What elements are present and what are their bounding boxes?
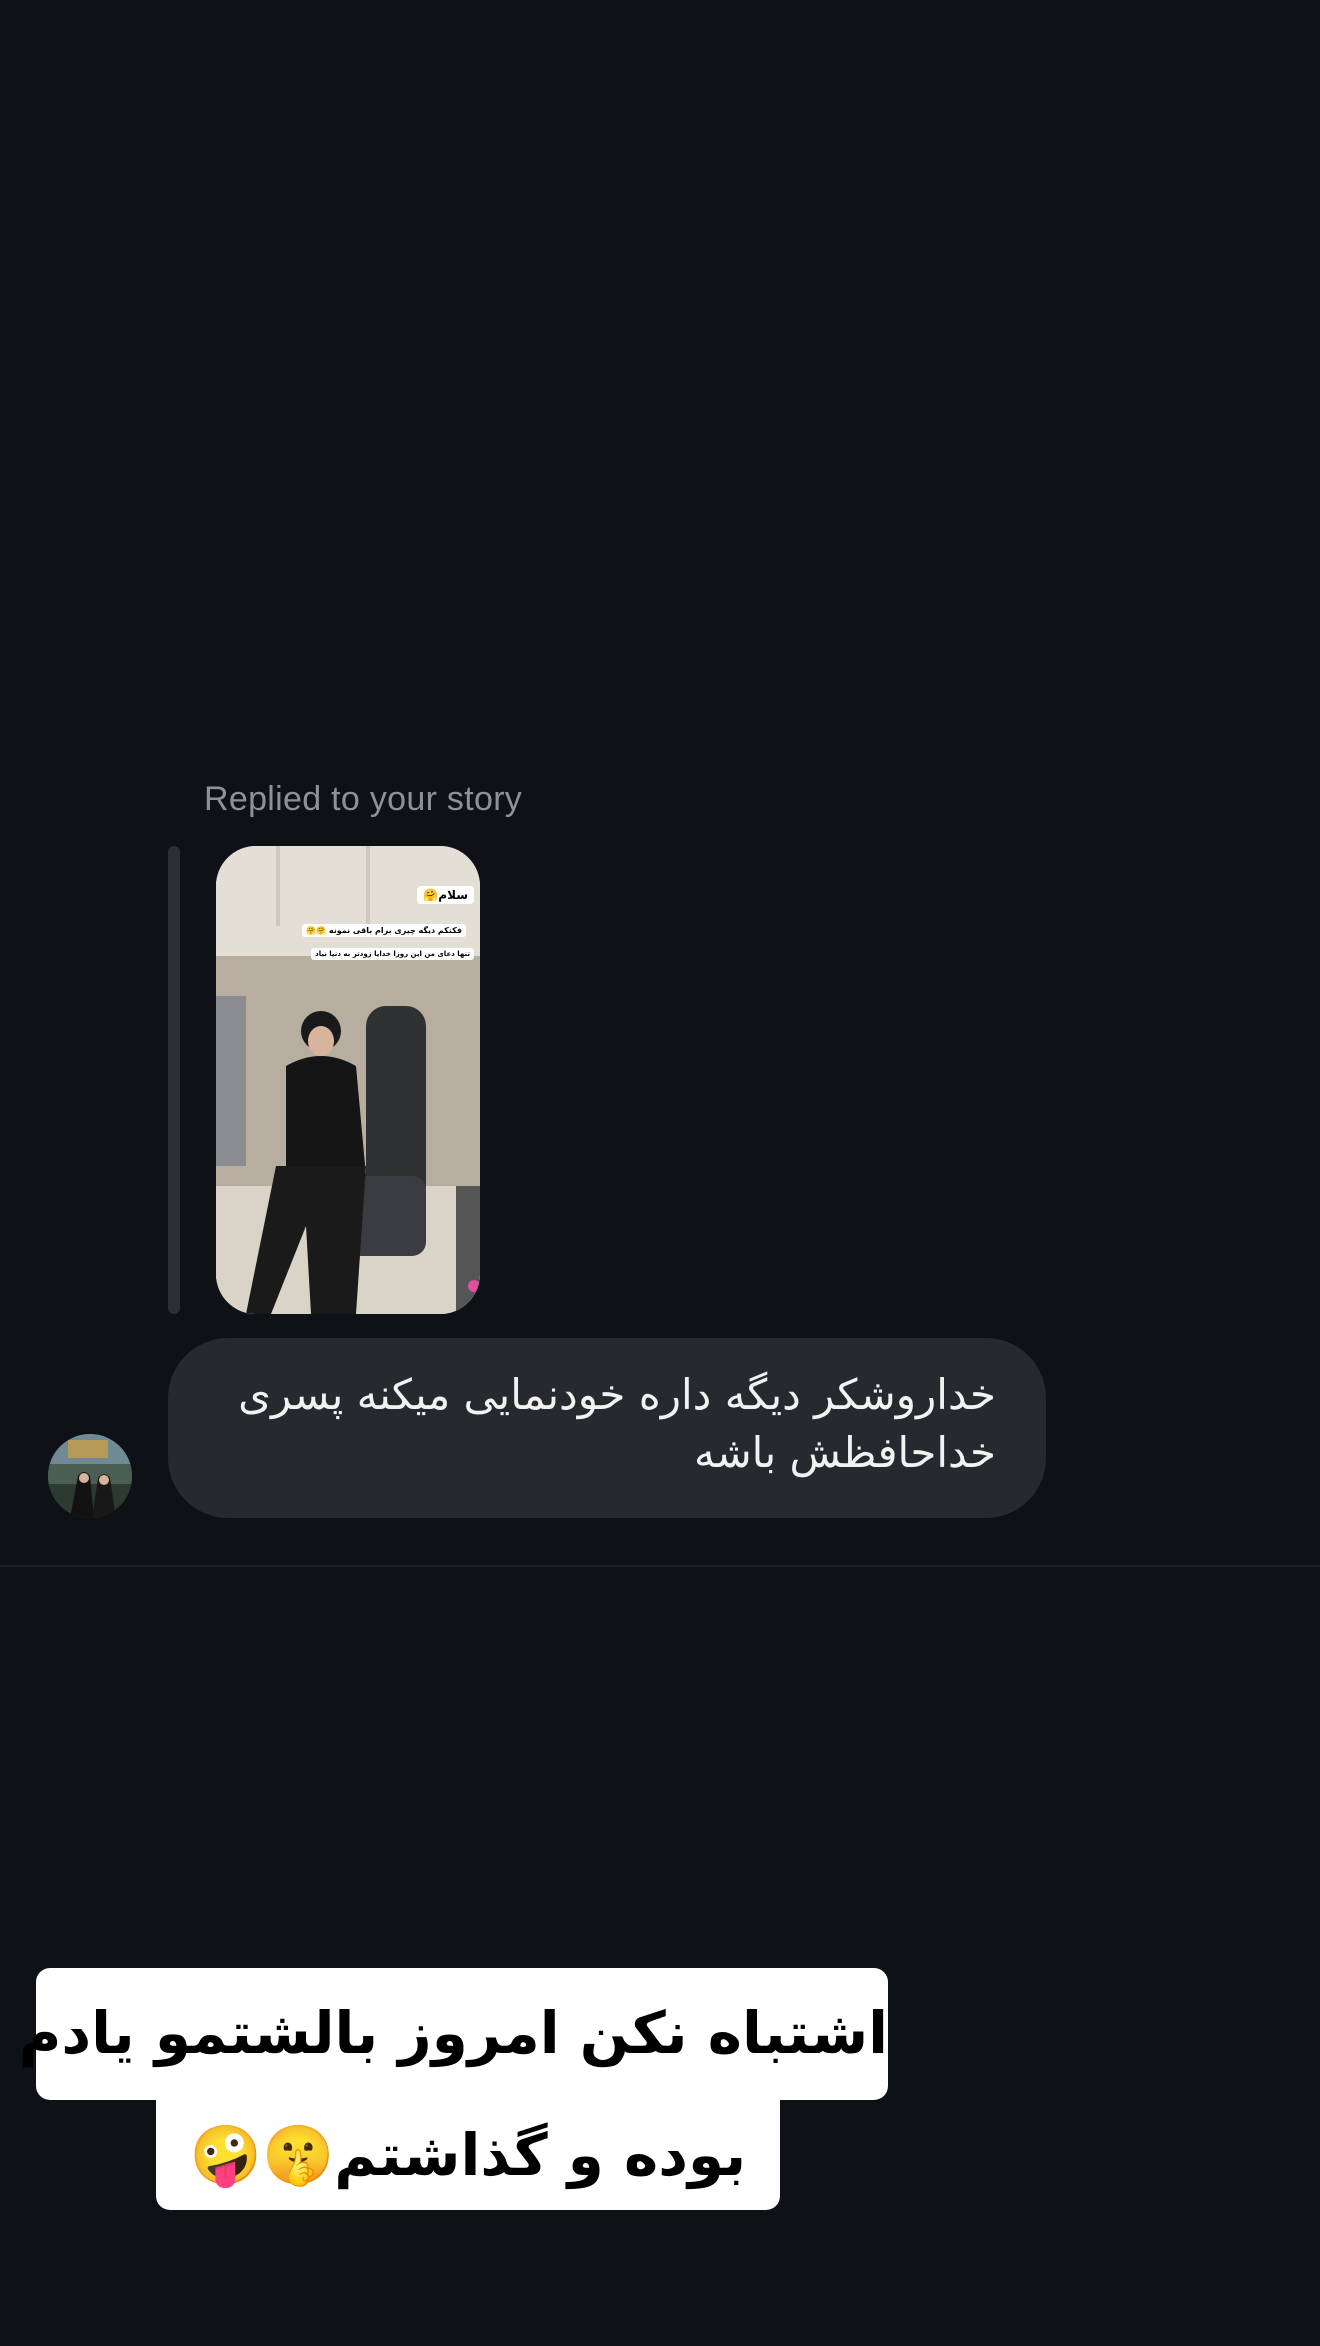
- story-photo: [216, 846, 480, 1314]
- reply-label: Replied to your story: [204, 780, 523, 818]
- story-caption-line: اشتباه نکن امروز بالشتمو یادم: [19, 1968, 888, 2100]
- avatar[interactable]: [48, 1434, 132, 1518]
- message-bubble[interactable]: خداروشکر دیگه داره خودنمایی میکنه پسری خ…: [168, 1338, 1046, 1518]
- divider: [0, 1565, 1320, 1567]
- story-sticker: سلام🤗: [417, 886, 474, 904]
- story-sticker: تنها دعای من این روزا خدایا زودتر به دنی…: [311, 948, 474, 960]
- story-sticker: فکنکم دیگه چیزی برام باقی نمونه 🤗🤗: [302, 924, 466, 937]
- reply-indicator-bar: [168, 846, 180, 1314]
- story-caption-line: بوده و گذاشتم🤫🤪: [156, 2100, 780, 2210]
- avatar-icon: [48, 1434, 132, 1518]
- story-thumbnail[interactable]: سلام🤗 فکنکم دیگه چیزی برام باقی نمونه 🤗🤗…: [216, 846, 480, 1314]
